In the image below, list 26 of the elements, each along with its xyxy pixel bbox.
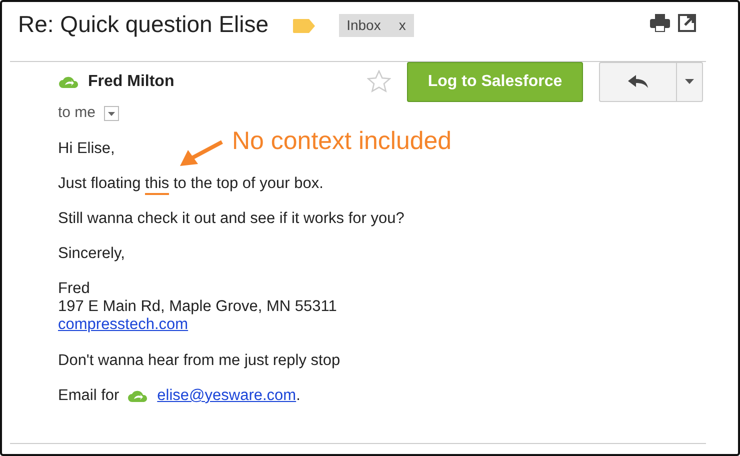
sender-name: Fred Milton bbox=[88, 72, 174, 92]
signature-line: Fred bbox=[58, 280, 91, 298]
punctuation: . bbox=[296, 387, 300, 405]
print-icon[interactable] bbox=[650, 14, 670, 32]
body-text: Hi Elise, bbox=[58, 140, 115, 158]
cloud-icon bbox=[127, 389, 150, 403]
recipient-label: to me bbox=[58, 102, 96, 123]
annotation-text: No context included bbox=[232, 126, 452, 156]
email-link[interactable]: elise@yesware.com bbox=[157, 387, 296, 405]
caret-icon bbox=[685, 79, 694, 84]
star-icon[interactable] bbox=[367, 70, 391, 94]
body-text: Don't wanna hear from me just reply stop bbox=[58, 352, 340, 370]
body-text: Email for bbox=[58, 387, 120, 405]
annotation-arrow bbox=[178, 140, 224, 168]
label-chip: Inbox x bbox=[338, 14, 414, 37]
details-dropdown-icon[interactable] bbox=[104, 106, 119, 120]
email-subject: Re: Quick question Elise bbox=[18, 10, 269, 38]
remove-label-button[interactable]: x bbox=[398, 17, 406, 33]
website-link[interactable]: compresstech.com bbox=[58, 316, 188, 334]
body-text: Sincerely, bbox=[58, 245, 125, 263]
body-text: Just floating this to the top of your box. bbox=[58, 175, 324, 193]
body-text: Still wanna check it out and see if it works for you? bbox=[58, 210, 404, 228]
reply-icon bbox=[628, 74, 648, 89]
signature-line: 197 E Main Rd, Maple Grove, MN 55311 bbox=[58, 298, 338, 316]
cloud-icon bbox=[58, 75, 80, 89]
new-window-icon[interactable] bbox=[678, 14, 696, 32]
